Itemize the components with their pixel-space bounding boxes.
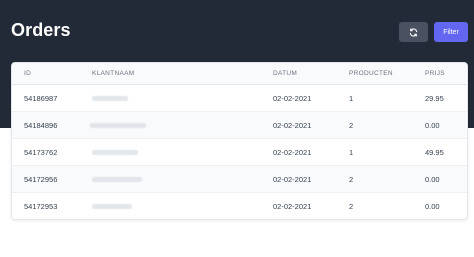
column-header-prijs[interactable]: PRIJS	[425, 70, 445, 77]
order-id: 54184896	[24, 121, 58, 130]
table-row[interactable]: 54184896 02-02-2021 2 0.00	[12, 112, 467, 139]
table-row[interactable]: 54173762 02-02-2021 1 49.95	[12, 139, 467, 166]
customer-name-redacted	[92, 177, 142, 182]
order-price: 0.00	[425, 202, 440, 211]
order-price: 49.95	[425, 148, 444, 157]
order-date: 02-02-2021	[273, 94, 312, 103]
order-price: 0.00	[425, 121, 440, 130]
order-price: 29.95	[425, 94, 444, 103]
orders-table: ID KLANTNAAM DATUM PRODUCTEN PRIJS 54186…	[11, 62, 468, 220]
order-id: 54172956	[24, 175, 58, 184]
order-date: 02-02-2021	[273, 121, 312, 130]
column-header-datum[interactable]: DATUM	[273, 70, 297, 77]
order-date: 02-02-2021	[273, 202, 312, 211]
product-count: 2	[349, 202, 354, 211]
product-count: 1	[349, 148, 354, 157]
order-id: 54186987	[24, 94, 58, 103]
order-id: 54173762	[24, 148, 58, 157]
customer-name-redacted	[92, 96, 128, 101]
product-count: 2	[349, 175, 354, 184]
table-row[interactable]: 54172956 02-02-2021 2 0.00	[12, 166, 467, 193]
product-count: 1	[349, 94, 354, 103]
customer-name-redacted	[92, 204, 132, 209]
column-header-producten[interactable]: PRODUCTEN	[349, 70, 393, 77]
column-header-id[interactable]: ID	[24, 70, 31, 77]
filter-button[interactable]: Filter	[434, 22, 468, 42]
order-date: 02-02-2021	[273, 148, 312, 157]
table-row[interactable]: 54172953 02-02-2021 2 0.00	[12, 193, 467, 219]
refresh-button[interactable]	[399, 22, 428, 42]
order-id: 54172953	[24, 202, 58, 211]
refresh-icon	[409, 28, 418, 36]
column-header-klantnaam[interactable]: KLANTNAAM	[92, 70, 134, 77]
order-price: 0.00	[425, 175, 440, 184]
order-date: 02-02-2021	[273, 175, 312, 184]
table-header: ID KLANTNAAM DATUM PRODUCTEN PRIJS	[12, 63, 467, 85]
customer-name-redacted	[92, 150, 138, 155]
product-count: 2	[349, 121, 354, 130]
customer-name-redacted	[90, 123, 146, 128]
table-row[interactable]: 54186987 02-02-2021 1 29.95	[12, 85, 467, 112]
page-title: Orders	[11, 20, 71, 40]
